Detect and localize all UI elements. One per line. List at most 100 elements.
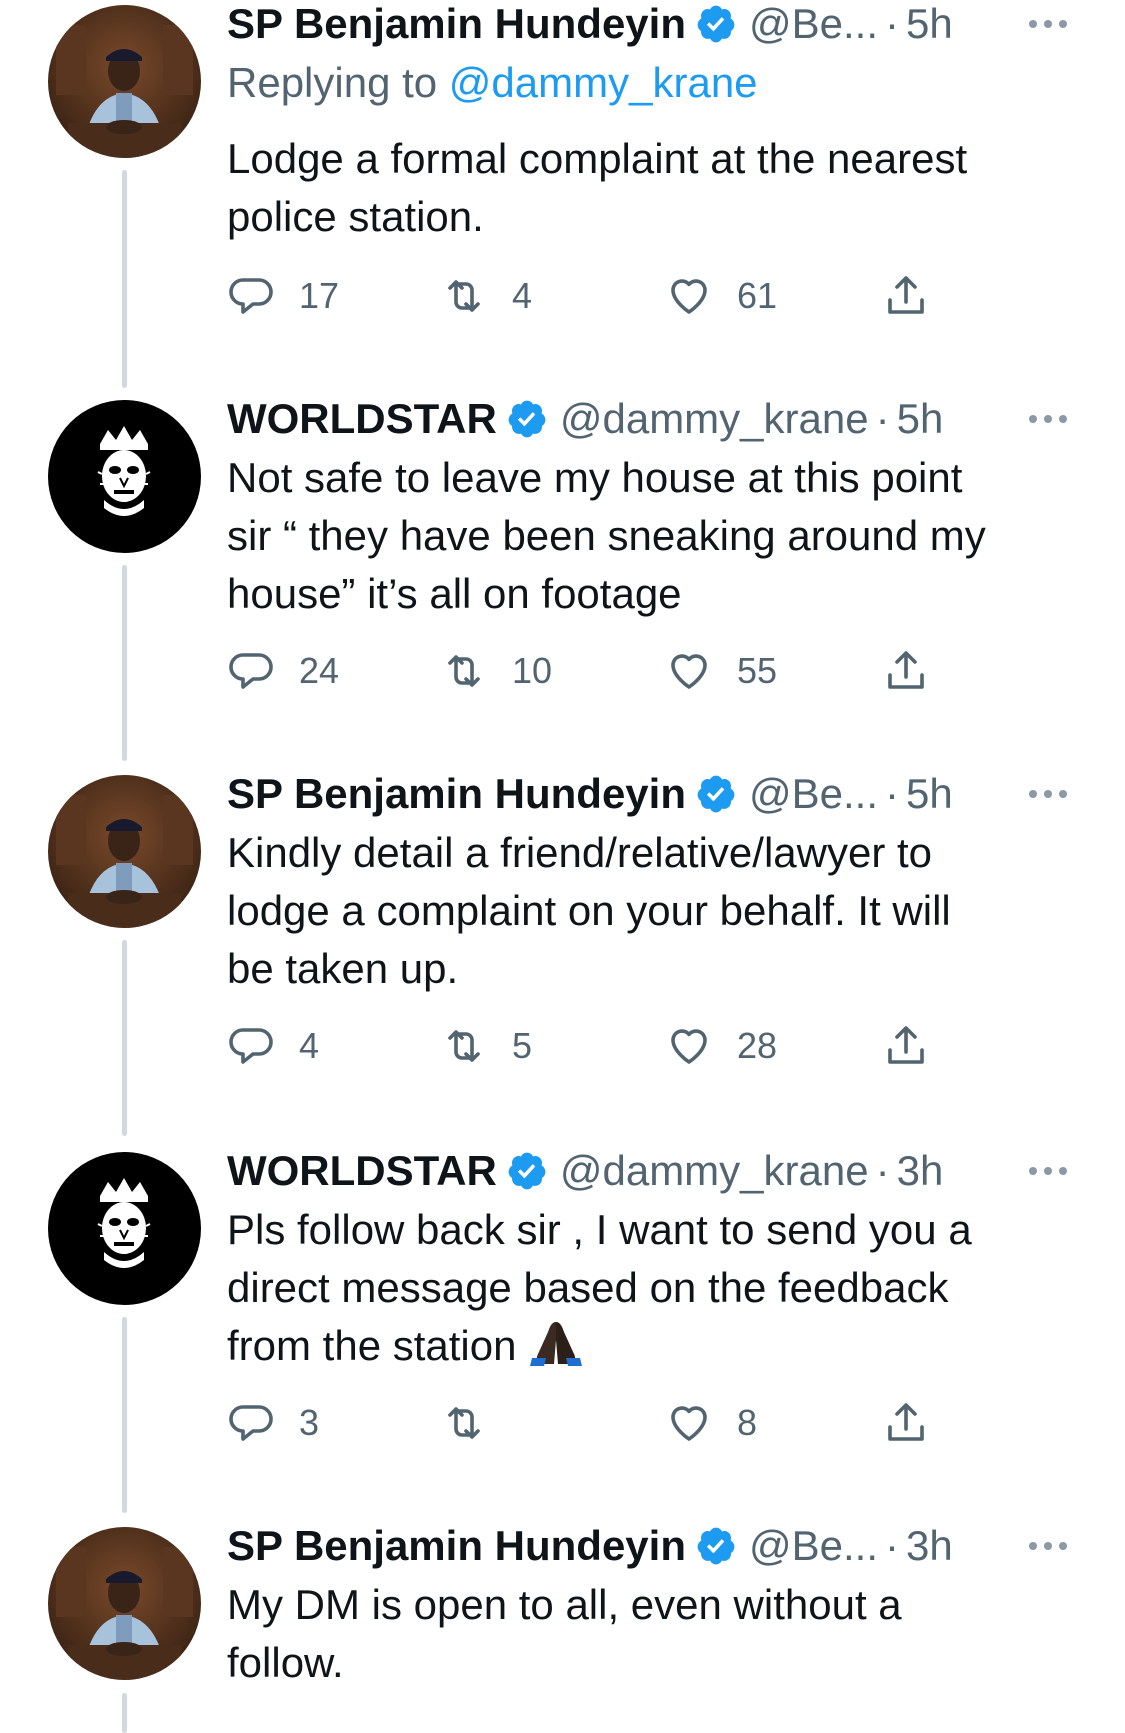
avatar[interactable] (48, 1152, 201, 1305)
retweet-button[interactable]: 4 (440, 270, 532, 322)
tweet-text-line: house” it’s all on footage (227, 570, 682, 617)
tweet-text-line: from the station (227, 1322, 517, 1369)
retweet-count: 5 (512, 1025, 533, 1066)
tweet-text-line: police station. (227, 193, 484, 240)
tweet-header: SP Benjamin Hundeyin @Be... · 3h (227, 1522, 1107, 1570)
retweet-button[interactable] (440, 1397, 488, 1449)
tweet-actions: 3 8 (227, 1397, 947, 1449)
verified-badge-icon (695, 1525, 737, 1567)
praying-hands-emoji (528, 1318, 584, 1381)
more-dots-icon[interactable] (1026, 1147, 1070, 1195)
reply-count: 3 (299, 1402, 320, 1443)
police-officer-avatar (48, 1527, 201, 1680)
author-name[interactable]: SP Benjamin Hundeyin (227, 0, 686, 48)
author-name[interactable]: SP Benjamin Hundeyin (227, 1522, 686, 1570)
author-name[interactable]: WORLDSTAR (227, 1147, 497, 1195)
timestamp[interactable]: 3h (906, 1522, 953, 1570)
tweet-text: Lodge a formal complaint at the nearest … (227, 130, 1087, 246)
more-dots-icon[interactable] (1026, 1522, 1070, 1570)
retweet-icon (448, 280, 480, 312)
avatar[interactable] (48, 1527, 201, 1680)
verified-badge-icon (695, 3, 737, 45)
retweet-count: 10 (512, 650, 553, 691)
retweet-icon (448, 1030, 480, 1062)
reply-bubble-icon (229, 278, 273, 314)
author-handle[interactable]: @dammy_krane (560, 1147, 869, 1195)
mention-link[interactable]: @dammy_krane (449, 59, 758, 106)
like-button[interactable]: 61 (665, 270, 777, 322)
tweet-text-line: Pls follow back sir , I want to send you… (227, 1206, 972, 1253)
like-button[interactable]: 28 (665, 1020, 777, 1072)
like-count: 55 (737, 650, 778, 691)
like-button[interactable]: 55 (665, 645, 777, 697)
more-dots-icon[interactable] (1026, 770, 1070, 818)
more-dots-icon[interactable] (1026, 0, 1070, 48)
share-button[interactable] (882, 645, 930, 697)
avatar[interactable] (48, 775, 201, 928)
reply-button[interactable]: 17 (227, 270, 339, 322)
reply-button[interactable]: 24 (227, 645, 339, 697)
crowned-face-avatar (48, 400, 201, 553)
like-count: 61 (737, 275, 778, 316)
like-button[interactable]: 8 (665, 1397, 757, 1449)
author-name[interactable]: SP Benjamin Hundeyin (227, 770, 686, 818)
replying-prefix: Replying to (227, 59, 438, 106)
timestamp[interactable]: 5h (906, 770, 953, 818)
tweet[interactable]: WORLDSTAR @dammy_krane · 5h Not safe to … (0, 395, 1125, 755)
more-dots-icon[interactable] (1026, 395, 1070, 443)
separator: · (875, 1147, 890, 1194)
reply-button[interactable]: 4 (227, 1020, 319, 1072)
share-button[interactable] (882, 270, 930, 322)
reply-bubble-icon (229, 1405, 273, 1441)
retweet-icon (448, 655, 480, 687)
tweet[interactable]: WORLDSTAR @dammy_krane · 3h Pls follow b… (0, 1147, 1125, 1507)
tweet-text-line-with-emoji: from the station (227, 1317, 1087, 1381)
tweet[interactable]: SP Benjamin Hundeyin @Be... · 5h Replyin… (0, 0, 1125, 360)
police-officer-avatar (48, 5, 201, 158)
author-handle[interactable]: @Be... (749, 1522, 878, 1570)
police-officer-avatar (48, 775, 201, 928)
share-button[interactable] (882, 1397, 930, 1449)
like-count: 8 (737, 1402, 758, 1443)
tweet-text-line: My DM is open to all, even without a (227, 1581, 902, 1628)
timestamp[interactable]: 5h (906, 0, 953, 48)
tweet-text-line: follow. (227, 1639, 344, 1686)
avatar[interactable] (48, 400, 201, 553)
author-name[interactable]: WORLDSTAR (227, 395, 497, 443)
share-icon (888, 1026, 924, 1064)
share-icon (888, 276, 924, 314)
reply-count: 17 (299, 275, 340, 316)
reply-count: 24 (299, 650, 340, 691)
author-handle[interactable]: @Be... (749, 770, 878, 818)
avatar[interactable] (48, 5, 201, 158)
reply-count: 4 (299, 1025, 320, 1066)
author-handle[interactable]: @dammy_krane (560, 395, 869, 443)
tweet-text: My DM is open to all, even without a fol… (227, 1576, 1087, 1692)
tweet-header: WORLDSTAR @dammy_krane · 3h (227, 1147, 1107, 1195)
tweet-actions: 24 10 55 (227, 645, 947, 697)
tweet-text: Pls follow back sir , I want to send you… (227, 1201, 1087, 1381)
verified-badge-icon (506, 1150, 548, 1192)
share-button[interactable] (882, 1020, 930, 1072)
tweet[interactable]: SP Benjamin Hundeyin @Be... · 5h Kindly … (0, 770, 1125, 1130)
reply-bubble-icon (229, 1028, 273, 1064)
timestamp[interactable]: 3h (897, 1147, 944, 1195)
tweet-actions: 17 4 61 (227, 270, 947, 322)
tweet-text-line: Lodge a formal complaint at the nearest (227, 135, 968, 182)
share-icon (888, 651, 924, 689)
tweet-text-line: Not safe to leave my house at this point (227, 454, 963, 501)
separator: · (885, 0, 900, 47)
tweet[interactable]: SP Benjamin Hundeyin @Be... · 3h My DM i… (0, 1522, 1125, 1725)
separator: · (885, 1522, 900, 1569)
reply-button[interactable]: 3 (227, 1397, 319, 1449)
heart-icon (671, 1406, 707, 1441)
retweet-button[interactable]: 5 (440, 1020, 532, 1072)
tweet-text: Not safe to leave my house at this point… (227, 449, 1087, 623)
author-handle[interactable]: @Be... (749, 0, 878, 48)
like-count: 28 (737, 1025, 778, 1066)
separator: · (875, 395, 890, 442)
timestamp[interactable]: 5h (897, 395, 944, 443)
retweet-button[interactable]: 10 (440, 645, 552, 697)
heart-icon (671, 654, 707, 689)
tweet-text-line: lodge a complaint on your behalf. It wil… (227, 887, 951, 934)
